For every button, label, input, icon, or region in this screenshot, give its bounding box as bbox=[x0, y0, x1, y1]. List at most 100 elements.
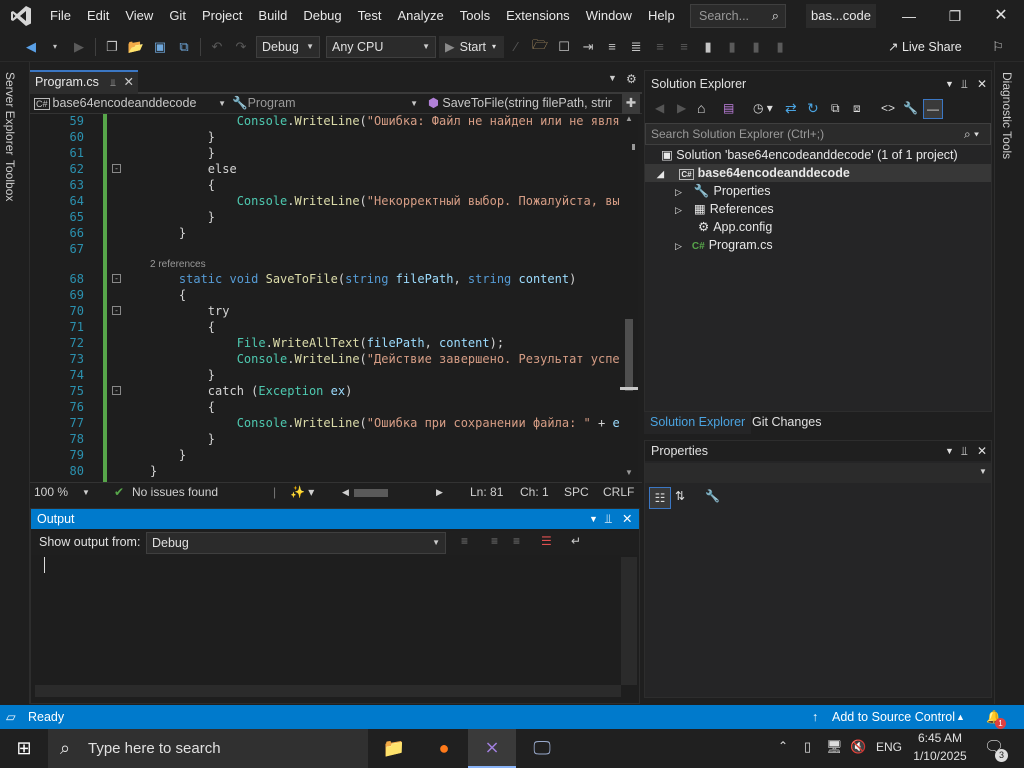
column-status[interactable]: Ch: 1 bbox=[520, 483, 549, 502]
maximize-button[interactable]: ❐ bbox=[932, 0, 978, 32]
scroll-right-icon[interactable]: ▶ bbox=[436, 483, 443, 502]
code-view-icon[interactable]: <> bbox=[881, 101, 895, 115]
code-line[interactable]: 69 { bbox=[30, 287, 620, 303]
close-panel-icon[interactable]: ✕ bbox=[977, 441, 987, 461]
next-bookmark-icon[interactable]: ▮ bbox=[745, 36, 767, 58]
code-line[interactable]: 59 Console.WriteLine("Ошибка: Файл не на… bbox=[30, 114, 620, 129]
tree-item-app-config[interactable]: ⚙ App.config bbox=[645, 218, 991, 236]
code-editor[interactable]: 59 Console.WriteLine("Ошибка: Файл не на… bbox=[30, 114, 620, 482]
pin-icon[interactable]: ⫫ bbox=[961, 71, 968, 97]
member-nav-dropdown[interactable]: ⬢ SaveToFile(string filePath, strir bbox=[428, 94, 620, 114]
scroll-up-icon[interactable]: ▲ bbox=[624, 114, 634, 126]
pin-icon[interactable]: ⫫ bbox=[110, 78, 116, 89]
output-vertical-scrollbar[interactable] bbox=[621, 557, 637, 685]
output-horizontal-scrollbar[interactable] bbox=[35, 685, 621, 697]
prev-bookmark-icon[interactable]: ▮ bbox=[721, 36, 743, 58]
minimize-button[interactable]: — bbox=[886, 0, 932, 32]
volume-muted-icon[interactable]: 🔇 bbox=[850, 739, 866, 755]
settings-gear-icon[interactable]: ⚙ bbox=[626, 72, 637, 86]
menu-tools[interactable]: Tools bbox=[452, 0, 498, 32]
close-panel-icon[interactable]: ✕ bbox=[622, 509, 632, 529]
feedback-icon[interactable]: ⚐ bbox=[987, 36, 1009, 58]
property-pages-icon[interactable]: 🔧 bbox=[705, 489, 720, 503]
search-box[interactable]: Search... ⌕ bbox=[690, 4, 786, 28]
bookmark-icon[interactable]: ▮ bbox=[697, 36, 719, 58]
save-icon[interactable]: ▣ bbox=[149, 36, 171, 58]
screen-icon[interactable]: ☐ bbox=[553, 36, 575, 58]
forward-icon[interactable]: ▶ bbox=[677, 101, 686, 115]
tree-item-properties[interactable]: ▷ 🔧 Properties bbox=[645, 182, 991, 200]
code-line[interactable]: 79 } bbox=[30, 447, 620, 463]
align-right-icon[interactable]: ≣ bbox=[625, 36, 647, 58]
home-icon[interactable]: ⌂ bbox=[697, 100, 705, 116]
collapse-outline-icon[interactable]: - bbox=[112, 306, 121, 315]
menu-file[interactable]: File bbox=[42, 0, 79, 32]
start-button[interactable]: ▶ Start ▾ bbox=[439, 35, 505, 58]
menu-git[interactable]: Git bbox=[161, 0, 194, 32]
show-all-files-icon[interactable]: ⧈ bbox=[853, 101, 861, 116]
firefox-icon[interactable]: ● bbox=[420, 729, 468, 768]
back-icon[interactable]: ◀ bbox=[20, 36, 42, 58]
hot-reload-icon[interactable]: ∕ bbox=[505, 36, 527, 58]
code-line[interactable]: 63 { bbox=[30, 177, 620, 193]
tab-list-dropdown-icon[interactable]: ▼ bbox=[608, 73, 617, 83]
word-wrap-icon[interactable]: ↵ bbox=[571, 534, 581, 548]
windows-start-icon[interactable]: ⊞ bbox=[0, 729, 48, 768]
menu-debug[interactable]: Debug bbox=[295, 0, 349, 32]
new-project-icon[interactable]: ❐ bbox=[101, 36, 123, 58]
code-cleanup-icon[interactable]: ✨ ▾ bbox=[290, 483, 314, 502]
tree-solution[interactable]: ▣ Solution 'base64encodeanddecode' (1 of… bbox=[645, 146, 991, 164]
menu-build[interactable]: Build bbox=[250, 0, 295, 32]
taskbar-search[interactable]: ⌕ Type here to search bbox=[48, 729, 368, 768]
switch-views-icon[interactable]: ▤ bbox=[723, 101, 734, 115]
menu-analyze[interactable]: Analyze bbox=[389, 0, 451, 32]
window-position-dropdown-icon[interactable]: ▼ bbox=[589, 509, 598, 529]
code-line[interactable]: 70 - try bbox=[30, 303, 620, 319]
refresh-icon[interactable]: ↻ bbox=[807, 100, 819, 117]
editor-vertical-scrollbar[interactable]: ▲ ▼ bbox=[620, 114, 638, 482]
close-panel-icon[interactable]: ✕ bbox=[977, 71, 987, 97]
close-button[interactable]: ✕ bbox=[978, 0, 1024, 32]
close-tab-icon[interactable]: ✕ bbox=[124, 75, 134, 89]
pin-icon[interactable]: ⫫ bbox=[605, 509, 612, 529]
collapse-outline-icon[interactable]: - bbox=[112, 164, 121, 173]
code-line[interactable]: 61 } bbox=[30, 145, 620, 161]
clock-date[interactable]: 1/10/2025 bbox=[908, 749, 972, 763]
comment-icon[interactable]: ≡ bbox=[649, 36, 671, 58]
collapse-outline-icon[interactable]: - bbox=[112, 274, 121, 283]
remote-app-icon[interactable]: 🖵 bbox=[518, 729, 566, 768]
menu-test[interactable]: Test bbox=[350, 0, 390, 32]
diagnostic-tools-tab[interactable]: Diagnostic Tools bbox=[1000, 72, 1014, 159]
code-line[interactable]: 65 } bbox=[30, 209, 620, 225]
menu-window[interactable]: Window bbox=[578, 0, 640, 32]
tree-project[interactable]: ◢ C# base64encodeanddecode bbox=[645, 164, 991, 182]
issues-status[interactable]: No issues found bbox=[132, 483, 218, 502]
code-line[interactable]: 78 } bbox=[30, 431, 620, 447]
show-hidden-icons-icon[interactable]: ⌃ bbox=[778, 739, 788, 753]
whitespace-status[interactable]: SPC bbox=[564, 483, 589, 502]
code-line[interactable]: 73 Console.WriteLine("Действие завершено… bbox=[30, 351, 620, 367]
zoom-dropdown-icon[interactable]: ▼ bbox=[82, 483, 90, 502]
visual-studio-logo-icon[interactable] bbox=[0, 0, 42, 32]
project-nav-dropdown[interactable]: C# base64encodeanddecode ▼ bbox=[34, 94, 230, 114]
tab-program-cs[interactable]: Program.cs ⫫ ✕ bbox=[30, 70, 138, 94]
preview-selected-icon[interactable]: — bbox=[923, 99, 943, 119]
code-line[interactable]: 71 { bbox=[30, 319, 620, 335]
live-share-button[interactable]: ↗ Live Share bbox=[888, 36, 962, 58]
tab-solution-explorer[interactable]: Solution Explorer bbox=[644, 412, 752, 434]
find-message-icon[interactable]: ≡ bbox=[461, 534, 468, 548]
clear-bookmarks-icon[interactable]: ▮ bbox=[769, 36, 791, 58]
scroll-thumb[interactable] bbox=[625, 319, 633, 391]
pin-icon[interactable]: ⫫ bbox=[961, 441, 968, 461]
code-line[interactable]: 66 } bbox=[30, 225, 620, 241]
file-explorer-icon[interactable]: 📁 bbox=[370, 729, 418, 768]
code-line[interactable]: 60 } bbox=[30, 129, 620, 145]
browse-icon[interactable]: 🗁 bbox=[529, 36, 551, 58]
split-editor-icon[interactable]: ✚ bbox=[622, 94, 640, 114]
code-line[interactable]: 2 references 68- static void SaveToFile(s… bbox=[30, 259, 620, 287]
server-explorer-tab[interactable]: Server Explorer bbox=[3, 72, 17, 155]
uncomment-icon[interactable]: ≡ bbox=[673, 36, 695, 58]
zoom-level[interactable]: 100 % bbox=[34, 483, 68, 502]
step-icon[interactable]: ⇥ bbox=[577, 36, 599, 58]
undo-icon[interactable]: ↶ bbox=[206, 36, 228, 58]
